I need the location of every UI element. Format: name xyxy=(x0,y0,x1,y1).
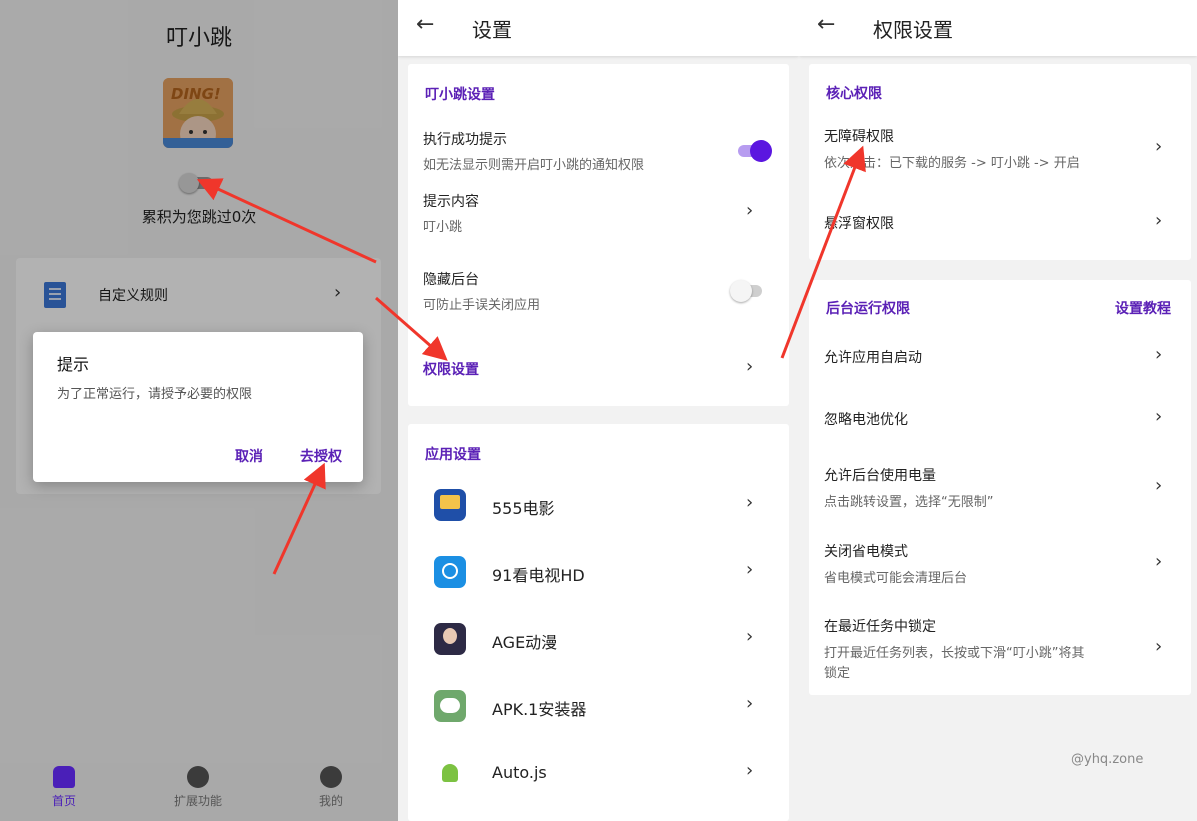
permission-settings-link: 权限设置 xyxy=(423,362,479,378)
permission-title: 无障碍权限 xyxy=(824,129,894,145)
nav-me-label: 我的 xyxy=(318,794,343,808)
permission-lock-recents[interactable]: 在最近任务中锁定 打开最近任务列表，长按或下滑“叮小跳”将其 锁定 › xyxy=(809,616,1191,682)
hide-background-switch[interactable] xyxy=(730,280,766,302)
permission-dialog: 提示 为了正常运行，请授予必要的权限 取消 去授权 xyxy=(33,332,363,482)
app-name: Auto.js xyxy=(492,763,547,782)
chevron-right-icon: › xyxy=(1155,636,1163,657)
app-row[interactable]: AGE动漫 › xyxy=(408,620,789,660)
nav-home[interactable]: 首页 xyxy=(24,766,104,809)
compass-icon xyxy=(187,766,209,788)
dialog-title: 提示 xyxy=(57,355,90,374)
permission-accessibility[interactable]: 无障碍权限 依次点击：已下载的服务 -> 叮小跳 -> 开启 › xyxy=(809,126,1191,176)
setting-hide-background[interactable]: 隐藏后台 可防止手误关闭应用 xyxy=(408,266,789,318)
chevron-right-icon: › xyxy=(746,693,754,714)
permission-battery-optimization[interactable]: 忽略电池优化 › xyxy=(809,406,1191,436)
permission-subtitle: 点击跳转设置，选择“无限制” xyxy=(824,495,994,510)
watermark: @yhq.zone xyxy=(1071,752,1144,767)
app-apk-installer-icon xyxy=(434,690,466,722)
nav-home-label: 首页 xyxy=(51,794,76,808)
back-arrow-icon[interactable]: ← xyxy=(416,12,434,37)
settings-screen: ← 设置 叮小跳设置 执行成功提示 如无法显示则需开启叮小跳的通知权限 提示内容… xyxy=(398,0,799,821)
success-tip-switch[interactable] xyxy=(736,140,772,162)
permissions-appbar: ← 权限设置 xyxy=(799,0,1197,56)
permission-title: 忽略电池优化 xyxy=(824,412,908,428)
settings-appbar: ← 设置 xyxy=(398,0,799,56)
app-name: 91看电视HD xyxy=(492,566,585,585)
chevron-right-icon: › xyxy=(1155,475,1163,496)
home-icon xyxy=(53,766,75,788)
chevron-right-icon: › xyxy=(1155,551,1163,572)
chevron-right-icon: › xyxy=(1155,210,1163,231)
permissions-screen: ← 权限设置 核心权限 无障碍权限 依次点击：已下载的服务 -> 叮小跳 -> … xyxy=(799,0,1197,821)
permission-background-power[interactable]: 允许后台使用电量 点击跳转设置，选择“无限制” › xyxy=(809,465,1191,515)
setting-subtitle: 如无法显示则需开启叮小跳的通知权限 xyxy=(423,158,645,173)
setting-title: 执行成功提示 xyxy=(423,132,507,148)
grant-permission-button[interactable]: 去授权 xyxy=(300,446,342,466)
permission-subtitle: 打开最近任务列表，长按或下滑“叮小跳”将其 xyxy=(824,646,1085,661)
chevron-right-icon: › xyxy=(746,626,754,647)
nav-me[interactable]: 我的 xyxy=(291,766,371,809)
permission-title: 允许应用自启动 xyxy=(824,350,922,366)
background-permissions-card: 后台运行权限 设置教程 允许应用自启动 › 忽略电池优化 › 允许后台使用电量 … xyxy=(809,280,1191,695)
nav-extensions-label: 扩展功能 xyxy=(173,794,222,808)
per-app-settings-card: 应用设置 555电影 › 91看电视HD › AGE动漫 › APK.1安装器 … xyxy=(408,424,789,821)
app-91tv-icon xyxy=(434,556,466,588)
app-name: 555电影 xyxy=(492,499,555,518)
chevron-right-icon: › xyxy=(1155,406,1163,427)
permission-title: 允许后台使用电量 xyxy=(824,468,936,484)
app-555-icon xyxy=(434,489,466,521)
permission-power-saving[interactable]: 关闭省电模式 省电模式可能会清理后台 › xyxy=(809,541,1191,591)
android-icon xyxy=(434,757,466,789)
app-age-icon xyxy=(434,623,466,655)
nav-extensions[interactable]: 扩展功能 xyxy=(158,766,238,809)
permission-title: 悬浮窗权限 xyxy=(824,216,894,232)
setting-subtitle: 可防止手误关闭应用 xyxy=(423,298,541,313)
setting-subtitle: 叮小跳 xyxy=(423,220,463,235)
permission-subtitle: 依次点击：已下载的服务 -> 叮小跳 -> 开启 xyxy=(824,156,1080,171)
app-row[interactable]: 555电影 › xyxy=(408,486,789,526)
setting-success-tip[interactable]: 执行成功提示 如无法显示则需开启叮小跳的通知权限 xyxy=(408,126,789,178)
permission-overlay[interactable]: 悬浮窗权限 › xyxy=(809,210,1191,240)
bottom-navigation: 首页 扩展功能 我的 xyxy=(0,760,398,821)
page-title: 设置 xyxy=(472,18,512,42)
app-row[interactable]: APK.1安装器 › xyxy=(408,687,789,727)
cancel-button[interactable]: 取消 xyxy=(235,446,263,466)
section-header: 应用设置 xyxy=(425,447,481,463)
chevron-right-icon: › xyxy=(1155,344,1163,365)
chevron-right-icon: › xyxy=(1155,136,1163,157)
chevron-right-icon: › xyxy=(746,200,754,221)
app-row[interactable]: 91看电视HD › xyxy=(408,553,789,593)
page-title: 权限设置 xyxy=(873,18,953,42)
permission-subtitle-cont: 锁定 xyxy=(824,666,851,681)
home-screen: 叮小跳 DING! 累积为您跳过0次 自定义规则 › 提示 为了正常运行，请授予 xyxy=(0,0,398,821)
permission-title: 关闭省电模式 xyxy=(824,544,908,560)
setting-permissions[interactable]: 权限设置 › xyxy=(408,354,789,384)
section-header: 后台运行权限 xyxy=(826,301,910,317)
setup-tutorial-link[interactable]: 设置教程 xyxy=(1115,298,1171,318)
app-name: APK.1安装器 xyxy=(492,700,587,719)
core-permissions-card: 核心权限 无障碍权限 依次点击：已下载的服务 -> 叮小跳 -> 开启 › 悬浮… xyxy=(809,64,1191,260)
chevron-right-icon: › xyxy=(746,356,754,377)
app-row[interactable]: Auto.js › xyxy=(408,754,789,794)
back-arrow-icon[interactable]: ← xyxy=(817,12,835,37)
chevron-right-icon: › xyxy=(746,760,754,781)
setting-title: 隐藏后台 xyxy=(423,272,479,288)
person-icon xyxy=(320,766,342,788)
permission-title: 在最近任务中锁定 xyxy=(824,619,936,635)
permission-autostart[interactable]: 允许应用自启动 › xyxy=(809,344,1191,374)
setting-title: 提示内容 xyxy=(423,194,479,210)
dialog-message: 为了正常运行，请授予必要的权限 xyxy=(57,387,253,402)
chevron-right-icon: › xyxy=(746,559,754,580)
setting-tip-content[interactable]: 提示内容 叮小跳 › xyxy=(408,188,789,240)
permission-subtitle: 省电模式可能会清理后台 xyxy=(824,571,968,586)
app-settings-card: 叮小跳设置 执行成功提示 如无法显示则需开启叮小跳的通知权限 提示内容 叮小跳 … xyxy=(408,64,789,406)
section-header: 核心权限 xyxy=(826,86,882,102)
section-header: 叮小跳设置 xyxy=(425,87,495,103)
app-name: AGE动漫 xyxy=(492,633,558,652)
chevron-right-icon: › xyxy=(746,492,754,513)
